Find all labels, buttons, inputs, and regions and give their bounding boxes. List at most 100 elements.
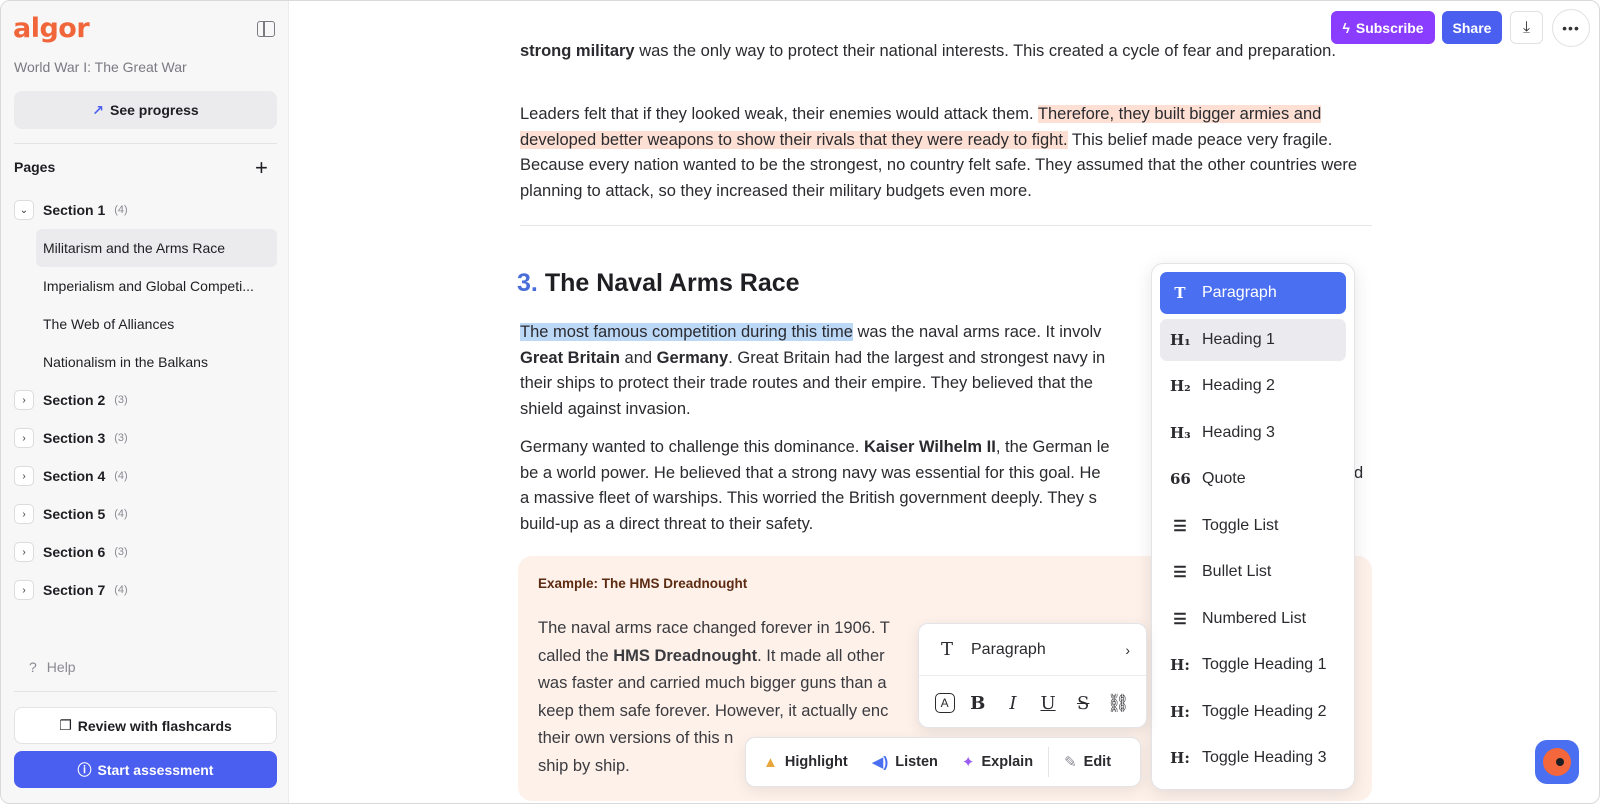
chevron-right-icon[interactable]: › xyxy=(14,390,34,410)
pages-heading: Pages xyxy=(14,159,56,175)
chevron-right-icon[interactable]: › xyxy=(14,428,34,448)
course-title: World War I: The Great War xyxy=(14,59,187,75)
section-row-6[interactable]: › Section 6 (3) xyxy=(14,533,277,571)
menu-item-paragraph[interactable]: T Paragraph xyxy=(1160,272,1346,314)
menu-item-heading-1[interactable]: H₁ Heading 1 xyxy=(1160,318,1346,361)
highlight-label: Highlight xyxy=(784,754,848,770)
text: . Great Britain had the largest and stro… xyxy=(728,348,1106,367)
start-assessment-button[interactable]: ⓘ Start assessment xyxy=(14,751,277,788)
paragraph[interactable]: strong military was the only way to prot… xyxy=(520,39,1372,65)
bold-icon[interactable]: B xyxy=(966,691,990,715)
sidebar-toggle-icon[interactable] xyxy=(257,21,275,37)
text: keep them safe forever. However, it actu… xyxy=(538,701,889,720)
subscribe-label: Subscribe xyxy=(1355,19,1424,36)
menu-item-toggle-heading-2[interactable]: H: Toggle Heading 2 xyxy=(1160,691,1346,733)
section-name: Section 3 xyxy=(43,430,106,446)
explain-button[interactable]: ✦ Explain xyxy=(953,745,1042,779)
menu-item-numbered-list[interactable]: ☰ Numbered List xyxy=(1160,598,1346,640)
text: was faster and carried much bigger guns … xyxy=(538,674,887,692)
block-type-selector[interactable]: T Paragraph › xyxy=(919,624,1146,676)
text: shield against invasion. xyxy=(520,399,691,418)
block-type-menu: T Paragraph H₁ Heading 1 H₂ Heading 2 H₃… xyxy=(1151,263,1355,790)
chevron-right-icon[interactable]: › xyxy=(14,542,34,562)
see-progress-label: See progress xyxy=(110,102,199,118)
underline-icon[interactable]: U xyxy=(1036,691,1060,715)
text: Leaders felt that if they looked weak, t… xyxy=(520,105,1038,123)
section-row-7[interactable]: › Section 7 (4) xyxy=(14,571,277,609)
logo[interactable]: algor xyxy=(13,13,90,44)
listen-button[interactable]: ◀) Listen xyxy=(863,745,947,779)
app-window: algor World War I: The Great War ↗ See p… xyxy=(0,0,1600,804)
review-flashcards-button[interactable]: ❐ Review with flashcards xyxy=(14,707,277,744)
menu-item-bullet-list[interactable]: ☰ Bullet List xyxy=(1160,551,1346,593)
help-label: Help xyxy=(46,659,76,675)
italic-icon[interactable]: I xyxy=(1001,691,1025,715)
chevron-down-icon[interactable]: ⌄ xyxy=(14,200,34,220)
section-row-5[interactable]: › Section 5 (4) xyxy=(14,495,277,533)
menu-item-label: Bullet List xyxy=(1202,563,1272,580)
section-name: Section 2 xyxy=(43,392,106,408)
section-row-3[interactable]: › Section 3 (3) xyxy=(14,419,277,457)
menu-item-label: Toggle Heading 1 xyxy=(1202,656,1327,673)
example-title: Example: The HMS Dreadnought xyxy=(538,576,748,591)
section-count: (4) xyxy=(114,584,128,596)
block-type-label: Paragraph xyxy=(971,640,1046,658)
bold-text: strong military xyxy=(520,42,635,60)
section-row-4[interactable]: › Section 4 (4) xyxy=(14,457,277,495)
heading-3-icon: H₃ xyxy=(1170,423,1191,442)
highlight-button[interactable]: ▲ Highlight xyxy=(754,745,857,779)
see-progress-button[interactable]: ↗ See progress xyxy=(14,91,277,129)
section-heading: 3. The Naval Arms Race xyxy=(517,269,800,298)
share-button[interactable]: Share xyxy=(1442,11,1502,44)
download-icon[interactable]: ⤓ xyxy=(1510,11,1543,44)
toggle-list-icon: ☰ xyxy=(1173,516,1187,535)
link-icon[interactable]: ⛓ xyxy=(1106,691,1130,715)
edit-button[interactable]: ✎ Edit xyxy=(1055,745,1120,779)
text: The naval arms race changed forever in 1… xyxy=(538,619,890,637)
selected-text[interactable]: The most famous competition during this … xyxy=(520,323,853,341)
text: a massive fleet of warships. This worrie… xyxy=(520,489,1097,507)
page-item[interactable]: Militarism and the Arms Race xyxy=(36,229,277,267)
menu-item-toggle-heading-1[interactable]: H: Toggle Heading 1 xyxy=(1160,644,1346,686)
menu-item-label: Heading 3 xyxy=(1202,423,1275,441)
assistant-chat-button[interactable] xyxy=(1535,740,1579,784)
chevron-right-icon[interactable]: › xyxy=(14,466,34,486)
section-name: Section 1 xyxy=(43,202,106,218)
menu-item-toggle-list[interactable]: ☰ Toggle List xyxy=(1160,505,1346,547)
page-item[interactable]: The Web of Alliances xyxy=(36,305,277,343)
listen-label: Listen xyxy=(895,754,938,770)
page-item[interactable]: Nationalism in the Balkans xyxy=(36,343,277,381)
add-page-icon[interactable]: + xyxy=(255,157,268,179)
lightning-icon: ϟ xyxy=(1342,19,1350,36)
section-row-2[interactable]: › Section 2 (3) xyxy=(14,381,277,419)
section-count: (3) xyxy=(114,432,128,444)
menu-item-quote[interactable]: 66 Quote xyxy=(1160,458,1346,500)
help-link[interactable]: ? Help xyxy=(29,659,76,675)
menu-item-label: Toggle Heading 3 xyxy=(1202,749,1327,766)
menu-item-toggle-heading-3[interactable]: H: Toggle Heading 3 xyxy=(1160,737,1346,779)
section-count: (4) xyxy=(114,508,128,520)
section-count: (4) xyxy=(114,204,128,216)
more-options-icon[interactable]: ••• xyxy=(1552,9,1590,47)
strikethrough-icon[interactable]: S xyxy=(1071,691,1095,715)
text: be a world power. He believed that a str… xyxy=(520,463,1101,482)
section-divider xyxy=(520,225,1372,226)
section-name: Section 5 xyxy=(43,506,106,522)
heading-1-icon: H₁ xyxy=(1170,330,1191,349)
speaker-icon: ◀) xyxy=(871,754,889,771)
chevron-right-icon[interactable]: › xyxy=(14,504,34,524)
sparkle-icon: ✦ xyxy=(961,754,975,771)
question-icon: ? xyxy=(29,659,37,675)
text: Germany wanted to challenge this dominan… xyxy=(520,438,864,456)
paragraph[interactable]: Leaders felt that if they looked weak, t… xyxy=(520,102,1372,204)
question-circle-icon: ⓘ xyxy=(77,761,92,778)
chevron-right-icon: › xyxy=(1125,641,1130,658)
bold-text: Great Britain xyxy=(520,348,620,367)
menu-item-label: Toggle List xyxy=(1202,516,1279,534)
chevron-right-icon[interactable]: › xyxy=(14,580,34,600)
menu-item-heading-3[interactable]: H₃ Heading 3 xyxy=(1160,412,1346,454)
menu-item-heading-2[interactable]: H₂ Heading 2 xyxy=(1160,365,1346,407)
text-color-icon[interactable]: A xyxy=(934,693,955,713)
page-item[interactable]: Imperialism and Global Competi... xyxy=(36,267,277,305)
section-row-1[interactable]: ⌄ Section 1 (4) xyxy=(14,191,277,229)
